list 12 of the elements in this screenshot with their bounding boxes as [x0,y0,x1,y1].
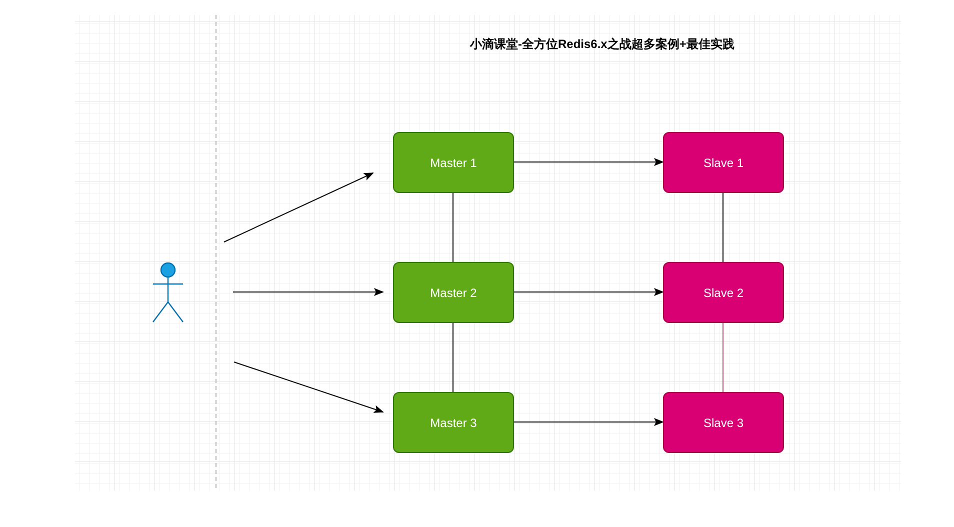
slave-node: Slave 1 [663,132,784,193]
connector-line [452,192,454,262]
connector-line [722,192,724,262]
master-node: Master 1 [393,132,514,193]
master-node: Master 2 [393,262,514,323]
slave-node: Slave 3 [663,392,784,453]
diagram-title: 小滴课堂-全方位Redis6.x之战超多案例+最佳实践 [470,36,734,53]
master-node: Master 3 [393,392,514,453]
connector-line [452,322,454,392]
stick-figure-icon [152,262,184,323]
connector-line [722,322,724,392]
slave-node: Slave 2 [663,262,784,323]
